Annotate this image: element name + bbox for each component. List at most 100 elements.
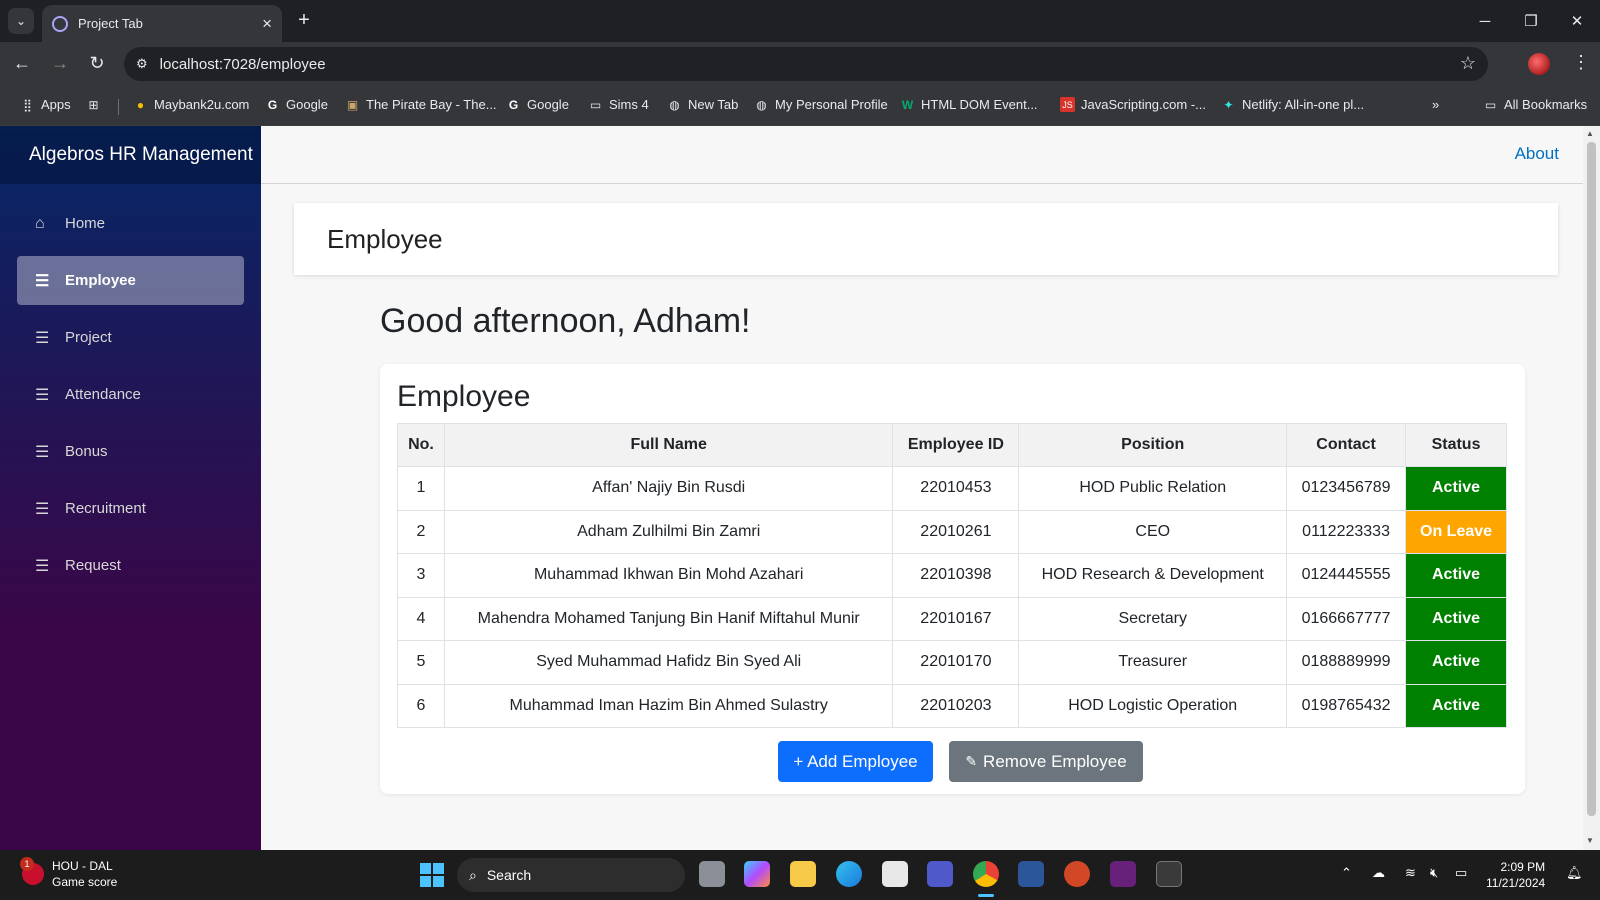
start-button[interactable] — [420, 863, 444, 887]
bookmark-maybank[interactable]: ● Maybank2u.com — [133, 97, 250, 112]
cell-position: CEO — [1018, 509, 1288, 554]
scrollbar-thumb[interactable] — [1587, 142, 1596, 816]
globe-icon: ◍ — [756, 97, 767, 112]
add-employee-button[interactable]: + Add Employee — [778, 741, 933, 782]
url-text[interactable]: localhost:7028/employee — [160, 56, 326, 73]
chrome-icon[interactable] — [973, 861, 999, 887]
bookmark-tab-groups[interactable]: ⊞ — [86, 97, 101, 112]
visual-studio-icon[interactable] — [1110, 861, 1136, 887]
battery-icon[interactable]: ▭ — [1455, 865, 1467, 881]
w3schools-icon: W — [901, 97, 914, 112]
bookmark-html-dom[interactable]: W HTML DOM Event... — [900, 97, 1038, 112]
brand-title[interactable]: Algebros HR Management — [0, 126, 261, 184]
cell-full-name: Affan' Najiy Bin Rusdi — [443, 466, 894, 511]
volume-muted-icon[interactable]: 🔇︎ — [1430, 865, 1438, 881]
teams-icon[interactable] — [927, 861, 953, 887]
terminal-icon[interactable] — [1156, 861, 1182, 887]
sidebar-item-attendance[interactable]: ☰ Attendance — [17, 370, 244, 419]
sidebar-item-label: Request — [65, 557, 121, 574]
table-row: 4 Mahendra Mohamed Tanjung Bin Hanif Mif… — [397, 596, 1507, 641]
cell-full-name: Muhammad Iman Hazim Bin Ahmed Sulastry — [443, 683, 894, 728]
minimize-icon[interactable]: ─ — [1462, 0, 1508, 42]
cell-no: 3 — [397, 553, 445, 598]
powerpoint-icon[interactable] — [1064, 861, 1090, 887]
all-bookmarks[interactable]: ▭ All Bookmarks — [1483, 97, 1587, 112]
task-view-icon[interactable] — [699, 861, 725, 887]
remove-employee-button[interactable]: ✎ Remove Employee — [949, 741, 1143, 782]
bookmark-google-1[interactable]: G Google — [265, 97, 328, 112]
site-info-icon[interactable]: ⚙ — [136, 56, 148, 72]
cloud-icon[interactable]: ☁ — [1372, 865, 1385, 881]
copilot-icon[interactable] — [744, 861, 770, 887]
browser-toolbar: ← → ↻ ⚙ localhost:7028/employee ☆ — [0, 42, 1600, 86]
close-window-icon[interactable]: ✕ — [1554, 0, 1600, 42]
bookmark-apps[interactable]: ⣿ Apps — [20, 97, 71, 112]
folder-icon: ▭ — [589, 97, 602, 112]
word-icon[interactable] — [1018, 861, 1044, 887]
wifi-icon[interactable]: ≋ — [1405, 865, 1416, 881]
column-header-no: No. — [397, 423, 445, 467]
main-content: About Employee Good afternoon, Adham! Em… — [261, 126, 1583, 850]
sidebar-item-home[interactable]: ⌂ Home — [17, 199, 244, 248]
sidebar-item-request[interactable]: ☰ Request — [17, 541, 244, 590]
tab-search-button[interactable]: ⌄ — [8, 8, 34, 34]
search-placeholder: Search — [486, 867, 532, 883]
cell-no: 2 — [397, 509, 445, 554]
page-viewport: Algebros HR Management ⌂ Home ☰ Employee… — [0, 126, 1600, 850]
bookmark-label: Netlify: All-in-one pl... — [1242, 97, 1365, 112]
cell-full-name: Muhammad Ikhwan Bin Mohd Azahari — [443, 553, 894, 598]
new-tab-button[interactable]: + — [292, 9, 316, 32]
bookmark-star-icon[interactable]: ☆ — [1460, 53, 1476, 74]
notification-badge: 1 — [20, 857, 34, 871]
bookmark-label: Sims 4 — [609, 97, 649, 112]
bookmark-javascripting[interactable]: JS JavaScripting.com -... — [1060, 97, 1206, 112]
reload-icon[interactable]: ↻ — [86, 53, 108, 74]
profile-avatar[interactable] — [1528, 53, 1550, 75]
score-widget[interactable]: 1 HOU - DAL Game score — [20, 857, 117, 890]
restore-icon[interactable]: ❐ — [1508, 0, 1554, 42]
page-scrollbar[interactable]: ▲ ▼ — [1583, 126, 1600, 850]
active-tab[interactable]: Project Tab × — [42, 5, 282, 42]
close-tab-icon[interactable]: × — [262, 14, 272, 34]
edge-icon[interactable] — [836, 861, 862, 887]
scroll-up-icon[interactable]: ▲ — [1586, 129, 1594, 138]
bookmark-label: My Personal Profile — [775, 97, 888, 112]
about-link[interactable]: About — [1515, 144, 1559, 164]
notifications-bell-icon[interactable]: 🔔︎ — [1566, 865, 1583, 881]
forward-icon[interactable]: → — [49, 53, 71, 74]
clock[interactable]: 2:09 PM 11/21/2024 — [1486, 859, 1545, 891]
taskbar-search[interactable]: ⌕ Search — [457, 858, 685, 892]
address-bar[interactable]: ⚙ localhost:7028/employee ☆ — [124, 47, 1488, 81]
list-icon: ☰ — [35, 386, 50, 404]
bookmark-label: Maybank2u.com — [154, 97, 250, 112]
bookmarks-overflow-icon[interactable]: » — [1432, 97, 1439, 112]
sidebar-item-recruitment[interactable]: ☰ Recruitment — [17, 484, 244, 533]
file-explorer-icon[interactable] — [790, 861, 816, 887]
maybank-icon: ● — [136, 97, 145, 112]
sidebar-item-bonus[interactable]: ☰ Bonus — [17, 427, 244, 476]
sidebar-item-employee[interactable]: ☰ Employee — [17, 256, 244, 305]
bookmark-label: New Tab — [688, 97, 739, 112]
bookmark-sims4[interactable]: ▭ Sims 4 — [588, 97, 649, 112]
sidebar-item-project[interactable]: ☰ Project — [17, 313, 244, 362]
cell-employee-id: 22010453 — [892, 466, 1020, 511]
widget-title: HOU - DAL — [52, 859, 113, 873]
cell-contact: 0198765432 — [1286, 683, 1407, 728]
remove-employee-label: Remove Employee — [983, 751, 1127, 771]
list-icon: ☰ — [35, 272, 50, 290]
sidebar-item-label: Project — [65, 329, 112, 346]
back-icon[interactable]: ← — [11, 53, 33, 74]
bookmark-personal-profile[interactable]: ◍ My Personal Profile — [754, 97, 888, 112]
bookmark-google-2[interactable]: G Google — [506, 97, 569, 112]
column-header-employee-id: Employee ID — [892, 423, 1020, 467]
cell-position: HOD Logistic Operation — [1018, 683, 1288, 728]
bookmark-new-tab[interactable]: ◍ New Tab — [667, 97, 738, 112]
bookmark-netlify[interactable]: ✦ Netlify: All-in-one pl... — [1221, 97, 1364, 112]
status-badge: Active — [1405, 596, 1507, 641]
scroll-down-icon[interactable]: ▼ — [1586, 836, 1594, 845]
show-hidden-icons-icon[interactable]: ⌃ — [1341, 865, 1352, 881]
store-icon[interactable] — [882, 861, 908, 887]
cell-position: Treasurer — [1018, 640, 1288, 685]
bookmark-pirate-bay[interactable]: ▣ The Pirate Bay - The... — [345, 97, 497, 112]
browser-menu-icon[interactable]: ⋮ — [1572, 52, 1590, 73]
